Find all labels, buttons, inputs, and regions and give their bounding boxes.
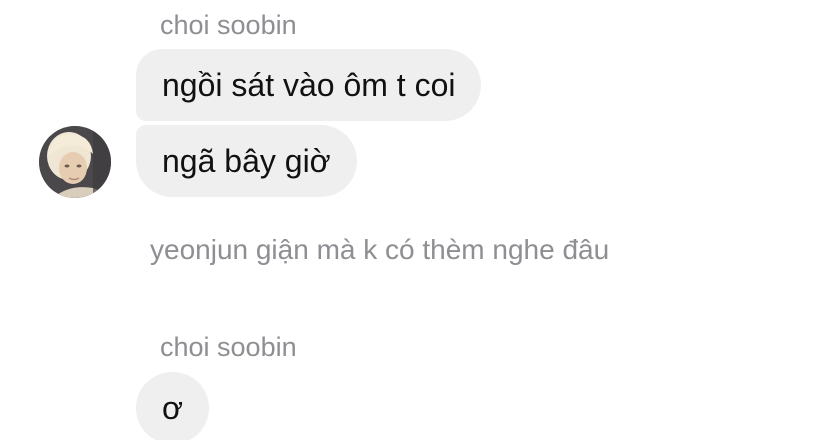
avatar-photo-icon bbox=[39, 126, 111, 198]
chat-thread: choi soobin ngồi sát vào ôm t coi ngã bâ… bbox=[0, 0, 828, 440]
message-text: ngã bây giờ bbox=[162, 143, 331, 179]
sender-avatar[interactable] bbox=[39, 126, 111, 198]
sender-name: choi soobin bbox=[160, 332, 297, 362]
message-bubble[interactable]: ơ bbox=[136, 372, 209, 440]
message-bubble[interactable]: ngã bây giờ bbox=[136, 125, 357, 197]
sender-name: choi soobin bbox=[160, 10, 297, 40]
message-bubble[interactable]: ngồi sát vào ôm t coi bbox=[136, 49, 482, 121]
message-text: ơ bbox=[162, 390, 183, 426]
message-text: ngồi sát vào ôm t coi bbox=[162, 67, 456, 103]
system-note: yeonjun giận mà k có thèm nghe đâu bbox=[150, 234, 610, 265]
